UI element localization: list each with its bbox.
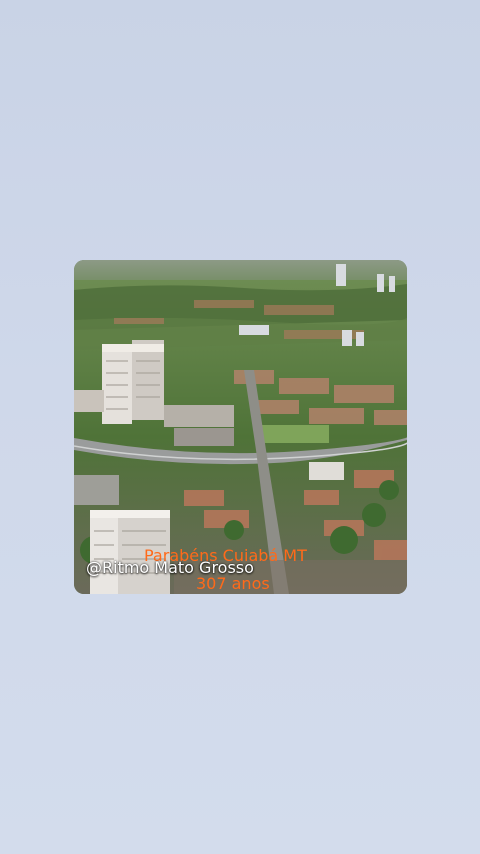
aerial-city-photo[interactable]: Parabéns Cuiabá MT @Ritmo Mato Grosso 30… (74, 260, 407, 594)
screen: { "post": { "title": "Parabéns Cuiabá MT… (0, 0, 480, 854)
aerial-city-image (74, 260, 407, 594)
caption-subtitle: 307 anos (196, 574, 270, 593)
